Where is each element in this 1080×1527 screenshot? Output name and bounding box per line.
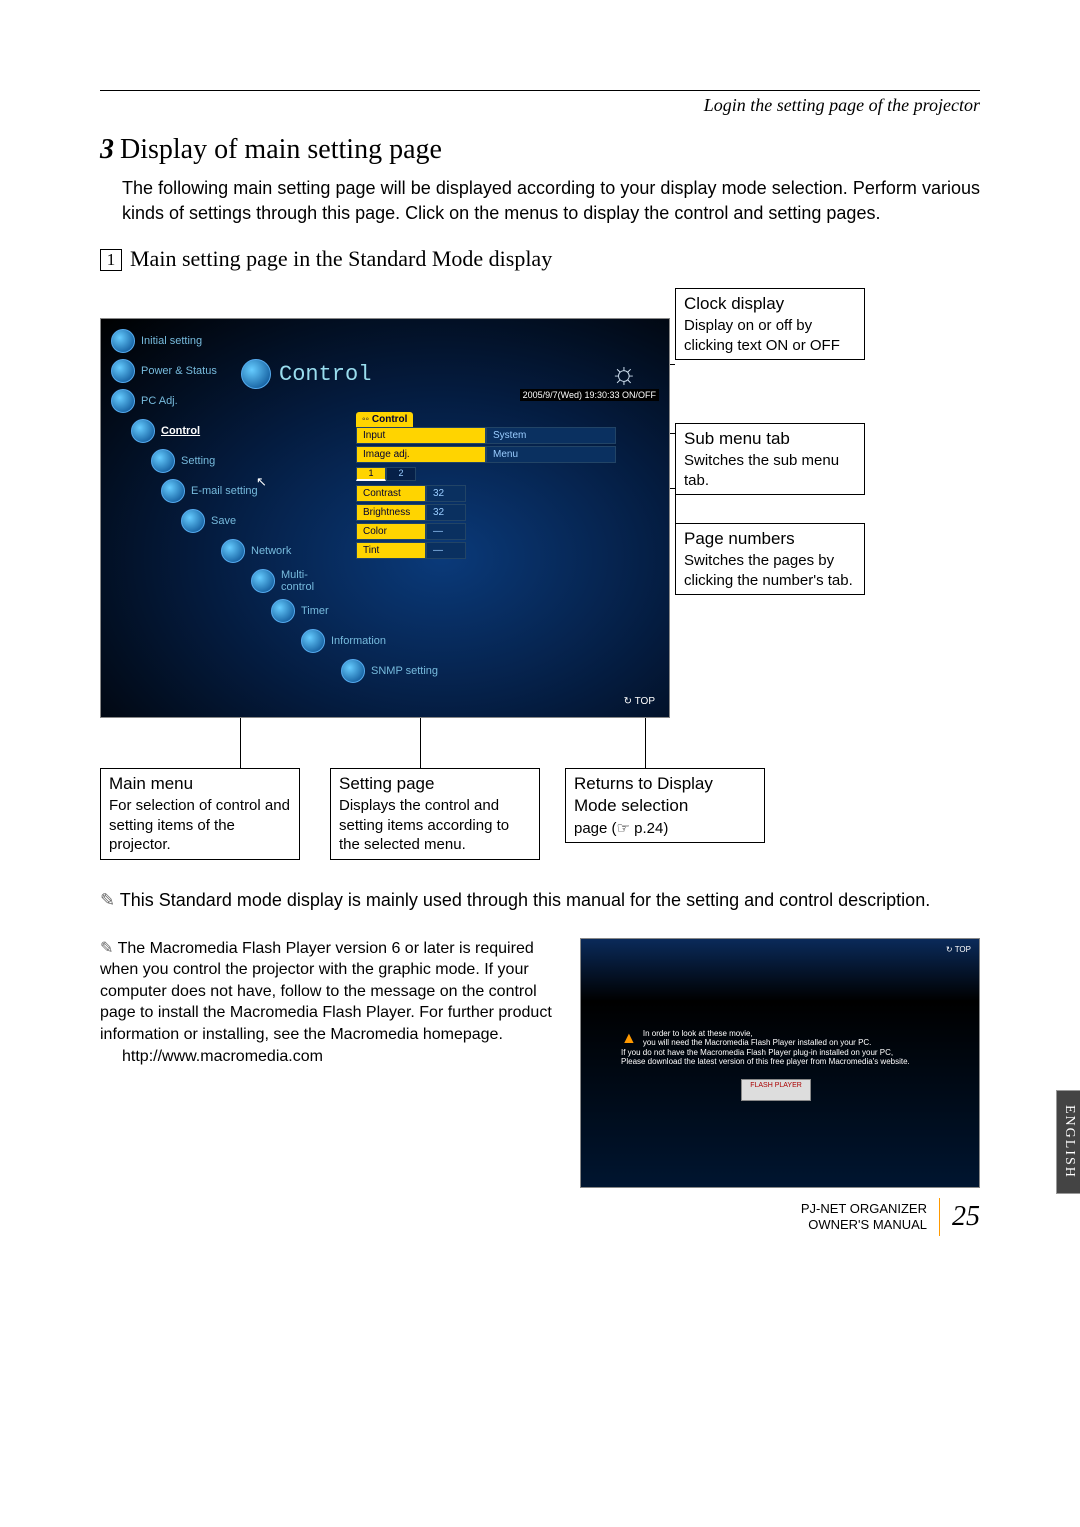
app-screenshot: Initial setting Power & Status PC Adj. C… xyxy=(100,318,670,718)
callout-mainmenu: Main menu For selection of control and s… xyxy=(100,768,300,860)
page-number: 25 xyxy=(952,1201,980,1233)
cursor-icon: ↖ xyxy=(256,474,267,490)
sidebar-item-multi[interactable]: Multi-control xyxy=(251,569,301,593)
param-color-value[interactable]: — xyxy=(426,523,466,540)
section-body: The following main setting page will be … xyxy=(100,176,980,226)
sidebar-item-email[interactable]: E-mail setting xyxy=(161,479,301,503)
setting-panel: ◦◦ Control Input System Image adj. Menu … xyxy=(356,409,616,561)
gear-icon xyxy=(111,329,135,353)
submenu-tab-imageadj[interactable]: Image adj. xyxy=(356,446,486,463)
macromedia-url: http://www.macromedia.com xyxy=(100,1046,560,1068)
panel-title: Control xyxy=(241,359,371,389)
slider-icon xyxy=(131,419,155,443)
grid-icon xyxy=(251,569,275,593)
monitor-icon xyxy=(111,389,135,413)
sidebar-item-timer[interactable]: Timer xyxy=(271,599,301,623)
subsection-title: 1Main setting page in the Standard Mode … xyxy=(100,246,980,272)
flash-top-link[interactable]: ↻ TOP xyxy=(946,945,971,954)
page-tab-1[interactable]: 1 xyxy=(356,467,386,481)
param-brightness-label: Brightness xyxy=(356,504,426,521)
disk-icon xyxy=(181,509,205,533)
sidebar-item-pcadj[interactable]: PC Adj. xyxy=(111,389,301,413)
callout-returns: Returns to Display Mode selection page (… xyxy=(565,768,765,843)
network-icon xyxy=(221,539,245,563)
sidebar-item-save[interactable]: Save xyxy=(181,509,301,533)
sidebar-item-control[interactable]: Control xyxy=(131,419,301,443)
section-title: 3Display of main setting page xyxy=(100,134,980,166)
slider-icon xyxy=(241,359,271,389)
param-tint-label: Tint xyxy=(356,542,426,559)
submenu-tab-input[interactable]: Input xyxy=(356,427,486,444)
callout-submenu: Sub menu tab Switches the sub menu tab. xyxy=(675,423,865,495)
top-link[interactable]: TOP xyxy=(624,696,655,707)
param-contrast-label: Contrast xyxy=(356,485,426,502)
callout-pagenumbers: Page numbers Switches the pages by click… xyxy=(675,523,865,595)
note-standard-mode: This Standard mode display is mainly use… xyxy=(100,888,980,913)
page-tab-2[interactable]: 2 xyxy=(386,467,416,481)
param-contrast-value[interactable]: 32 xyxy=(426,485,466,502)
param-brightness-value[interactable]: 32 xyxy=(426,504,466,521)
callout-clock: Clock display Display on or off by click… xyxy=(675,288,865,360)
note-flash-player: The Macromedia Flash Player version 6 or… xyxy=(100,938,560,1188)
submenu-tab-system[interactable]: System xyxy=(486,427,616,444)
warning-icon: ▲ xyxy=(621,1029,637,1048)
panel-tab-control[interactable]: ◦◦ Control xyxy=(356,412,413,427)
sidebar-item-setting[interactable]: Setting xyxy=(151,449,301,473)
header-breadcrumb: Login the setting page of the projector xyxy=(100,95,980,116)
power-icon xyxy=(111,359,135,383)
sun-icon xyxy=(610,357,644,391)
submenu-tab-menu[interactable]: Menu xyxy=(486,446,616,463)
language-tab-english: ENGLISH xyxy=(1056,1090,1080,1194)
callout-settingpage: Setting page Displays the control and se… xyxy=(330,768,540,860)
sidebar-item-initial[interactable]: Initial setting xyxy=(111,329,301,353)
diagram-area: Initial setting Power & Status PC Adj. C… xyxy=(100,288,980,868)
info-icon xyxy=(301,629,325,653)
mail-icon xyxy=(161,479,185,503)
flash-screenshot: ↻ TOP ▲ In order to look at these movie,… xyxy=(580,938,980,1188)
clock-icon xyxy=(271,599,295,623)
param-color-label: Color xyxy=(356,523,426,540)
snmp-icon xyxy=(341,659,365,683)
wrench-icon xyxy=(151,449,175,473)
sidebar-item-network[interactable]: Network xyxy=(221,539,301,563)
page-footer: PJ-NET ORGANIZER OWNER'S MANUAL 25 xyxy=(100,1198,980,1236)
param-tint-value[interactable]: — xyxy=(426,542,466,559)
flash-player-button[interactable]: FLASH PLAYER xyxy=(741,1079,811,1101)
